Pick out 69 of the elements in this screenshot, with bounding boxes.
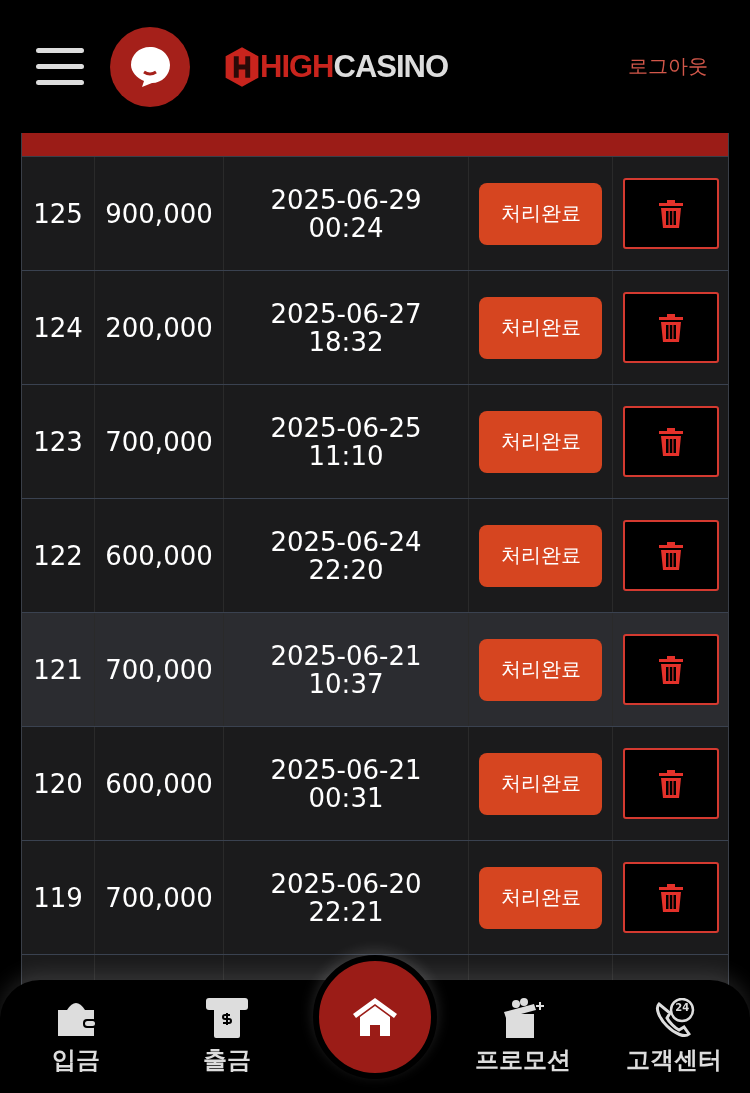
status-button[interactable]: 처리완료 bbox=[479, 524, 602, 587]
status-button[interactable]: 처리완료 bbox=[479, 296, 602, 359]
date: 2025-06-27 bbox=[270, 299, 422, 328]
amount: 700,000 bbox=[105, 654, 213, 685]
badge-text: 24 bbox=[675, 1001, 690, 1013]
status-button[interactable]: 처리완료 bbox=[479, 638, 602, 701]
row-number: 125 bbox=[33, 198, 83, 229]
trash-icon bbox=[658, 199, 683, 228]
logout-link[interactable]: 로그아웃 bbox=[628, 53, 708, 80]
table-row[interactable]: 125 900,000 2025-06-29 00:24 처리완료 bbox=[22, 157, 728, 271]
phone-icon bbox=[653, 997, 696, 1038]
date: 2025-06-29 bbox=[270, 185, 422, 214]
status-button[interactable]: 처리완료 bbox=[479, 752, 602, 815]
date: 2025-06-21 bbox=[270, 755, 422, 784]
menu-icon[interactable] bbox=[36, 47, 84, 86]
date: 2025-06-25 bbox=[270, 413, 422, 442]
deposit-button[interactable]: 입금 bbox=[10, 996, 141, 1077]
withdraw-button[interactable]: 출금 bbox=[161, 996, 292, 1077]
delete-button[interactable] bbox=[622, 748, 719, 819]
delete-button[interactable] bbox=[622, 520, 719, 591]
row-number: 123 bbox=[33, 426, 83, 457]
amount: 600,000 bbox=[105, 768, 213, 799]
gift-icon bbox=[502, 997, 545, 1038]
table-row[interactable]: 121 700,000 2025-06-21 10:37 처리완료 bbox=[22, 613, 728, 727]
date: 2025-06-20 bbox=[270, 869, 422, 898]
atm-icon bbox=[205, 997, 248, 1038]
trash-icon bbox=[658, 655, 683, 684]
delete-button[interactable] bbox=[622, 292, 719, 363]
row-number: 119 bbox=[33, 882, 83, 913]
trash-icon bbox=[658, 883, 683, 912]
time: 11:10 bbox=[308, 441, 384, 470]
amount: 900,000 bbox=[105, 198, 213, 229]
time: 10:37 bbox=[308, 669, 384, 698]
amount: 200,000 bbox=[105, 312, 213, 343]
date: 2025-06-21 bbox=[270, 641, 422, 670]
trash-icon bbox=[658, 541, 683, 570]
delete-button[interactable] bbox=[622, 634, 719, 705]
table-row[interactable]: 122 600,000 2025-06-24 22:20 처리완료 bbox=[22, 499, 728, 613]
time: 22:21 bbox=[308, 897, 384, 926]
time: 00:31 bbox=[308, 783, 384, 812]
trash-icon bbox=[658, 427, 683, 456]
row-number: 120 bbox=[33, 768, 83, 799]
amount: 700,000 bbox=[105, 882, 213, 913]
support-button[interactable]: 24 고객센터 bbox=[609, 996, 740, 1077]
amount: 600,000 bbox=[105, 540, 213, 571]
amount: 700,000 bbox=[105, 426, 213, 457]
time: 22:20 bbox=[308, 555, 384, 584]
time: 18:32 bbox=[308, 327, 384, 356]
delete-button[interactable] bbox=[622, 406, 719, 477]
promotion-button[interactable]: 프로모션 bbox=[458, 996, 589, 1077]
delete-button[interactable] bbox=[622, 862, 719, 933]
time: 00:24 bbox=[308, 213, 384, 242]
logo-text: HIGHCASINO bbox=[260, 48, 449, 85]
table-row[interactable]: 119 700,000 2025-06-20 22:21 처리완료 bbox=[22, 841, 728, 955]
row-number: 121 bbox=[33, 654, 83, 685]
date: 2025-06-24 bbox=[270, 527, 422, 556]
table-row[interactable]: 123 700,000 2025-06-25 11:10 처리완료 bbox=[22, 385, 728, 499]
status-button[interactable]: 처리완료 bbox=[479, 410, 602, 473]
trash-icon bbox=[658, 769, 683, 798]
trash-icon bbox=[658, 313, 683, 342]
home-icon bbox=[352, 997, 397, 1036]
status-button[interactable]: 처리완료 bbox=[479, 182, 602, 245]
row-number: 122 bbox=[33, 540, 83, 571]
chat-icon[interactable] bbox=[110, 26, 190, 107]
table-row[interactable]: 124 200,000 2025-06-27 18:32 처리완료 bbox=[22, 271, 728, 385]
row-number: 124 bbox=[33, 312, 83, 343]
table-row[interactable]: 120 600,000 2025-06-21 00:31 처리완료 bbox=[22, 727, 728, 841]
status-button[interactable]: 처리완료 bbox=[479, 866, 602, 929]
delete-button[interactable] bbox=[622, 178, 719, 249]
